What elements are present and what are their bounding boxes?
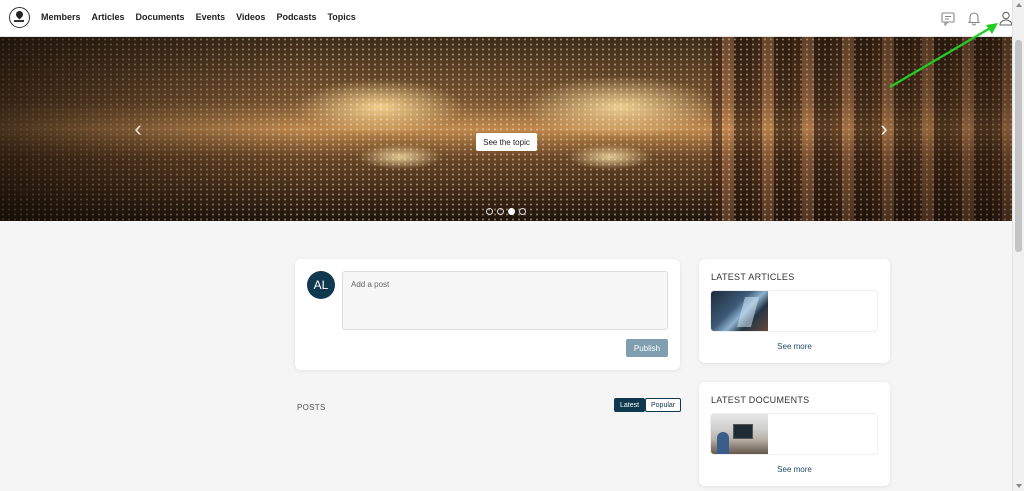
site-logo[interactable] [9,7,30,28]
document-thumbnail [711,414,768,454]
filter-popular-button[interactable]: Popular [645,398,682,412]
see-topic-button[interactable]: See the topic [476,133,537,151]
carousel-dot-1[interactable] [486,208,493,215]
page-scrollbar[interactable] [1012,0,1024,491]
hero-carousel: ‹ › See the topic [0,37,1012,221]
articles-see-more-link[interactable]: See more [699,342,890,351]
article-item[interactable] [710,290,878,332]
map-pin-logo-icon [14,9,25,20]
scrollbar-thumb[interactable] [1015,40,1022,252]
nav-documents[interactable]: Documents [136,12,185,22]
posts-section-label: POSTS [297,403,326,412]
add-post-input[interactable] [342,271,668,330]
nav-podcasts[interactable]: Podcasts [276,12,316,22]
filter-latest-button[interactable]: Latest [614,398,646,412]
annotation-arrow-icon [889,23,998,88]
main-nav: Members Articles Documents Events Videos… [41,12,356,22]
latest-documents-card: LATEST DOCUMENTS See more [699,382,890,486]
scroll-down-icon[interactable] [1016,484,1022,488]
carousel-dot-3[interactable] [508,208,515,215]
article-thumbnail [711,291,768,331]
avatar: AL [307,271,335,299]
documents-see-more-link[interactable]: See more [699,465,890,474]
carousel-prev-arrow-icon[interactable]: ‹ [130,117,146,141]
latest-articles-card: LATEST ARTICLES See more [699,259,890,363]
top-navigation-bar: Members Articles Documents Events Videos… [0,0,1013,37]
nav-articles[interactable]: Articles [92,12,125,22]
latest-articles-title: LATEST ARTICLES [711,272,795,282]
nav-events[interactable]: Events [196,12,226,22]
latest-documents-title: LATEST DOCUMENTS [711,395,810,405]
publish-button[interactable]: Publish [626,339,668,357]
post-composer-card: AL Publish [295,259,680,370]
scroll-up-icon[interactable] [1016,3,1022,7]
carousel-next-arrow-icon[interactable]: › [876,117,892,141]
carousel-dot-4[interactable] [519,208,526,215]
document-item[interactable] [710,413,878,455]
carousel-indicators [486,208,526,215]
nav-topics[interactable]: Topics [327,12,355,22]
carousel-dot-2[interactable] [497,208,504,215]
nav-members[interactable]: Members [41,12,81,22]
nav-videos[interactable]: Videos [236,12,265,22]
